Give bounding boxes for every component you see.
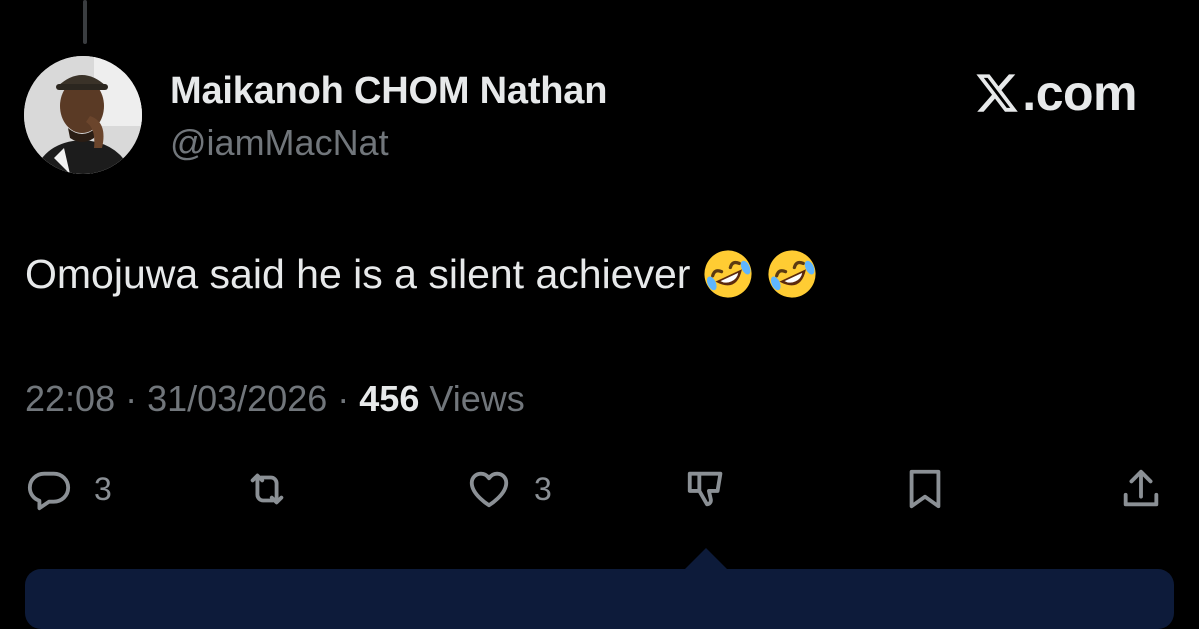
share-button[interactable]: [1118, 466, 1164, 512]
tweet-body: Omojuwa said he is a silent achiever: [25, 248, 818, 300]
meta-separator: ·: [327, 378, 360, 419]
repost-icon: [250, 473, 284, 505]
meta-separator: ·: [115, 378, 148, 419]
tweet-meta: 22:08 · 31/03/2026 · 456 Views: [25, 378, 525, 420]
brand-label: .com: [1022, 65, 1137, 121]
like-button[interactable]: 3: [466, 466, 552, 512]
views-count[interactable]: 456: [359, 378, 419, 419]
rolling-on-floor-laughing-emoji: [768, 250, 816, 298]
dislike-button[interactable]: [684, 466, 730, 512]
reply-count: 3: [94, 470, 112, 507]
bookmark-icon: [909, 469, 941, 509]
like-count: 3: [534, 470, 552, 507]
share-icon: [1123, 469, 1159, 507]
avatar[interactable]: [24, 56, 142, 174]
bookmark-button[interactable]: [902, 466, 948, 512]
avatar-photo: [24, 56, 142, 174]
tooltip-pointer: [684, 548, 728, 570]
tweet-date[interactable]: 31/03/2026: [147, 378, 327, 419]
author-handle[interactable]: @iamMacNat: [170, 122, 389, 164]
heart-icon: [469, 471, 509, 508]
reply-icon: [27, 471, 71, 511]
tweet-time[interactable]: 22:08: [25, 378, 115, 419]
reply-button[interactable]: 3: [26, 466, 112, 512]
brand-watermark: .com: [974, 64, 1137, 122]
tweet-text: Omojuwa said he is a silent achiever: [25, 250, 691, 297]
thread-connector-line: [83, 0, 87, 44]
rolling-on-floor-laughing-emoji: [704, 250, 752, 298]
tooltip-panel: [25, 569, 1174, 629]
action-bar: 3 3: [0, 466, 1199, 522]
author-display-name[interactable]: Maikanoh CHOM Nathan: [170, 70, 607, 113]
x-logo-icon: [976, 74, 1019, 112]
views-label: Views: [419, 378, 525, 419]
thumbs-down-icon: [687, 471, 723, 507]
repost-button[interactable]: [244, 466, 290, 512]
